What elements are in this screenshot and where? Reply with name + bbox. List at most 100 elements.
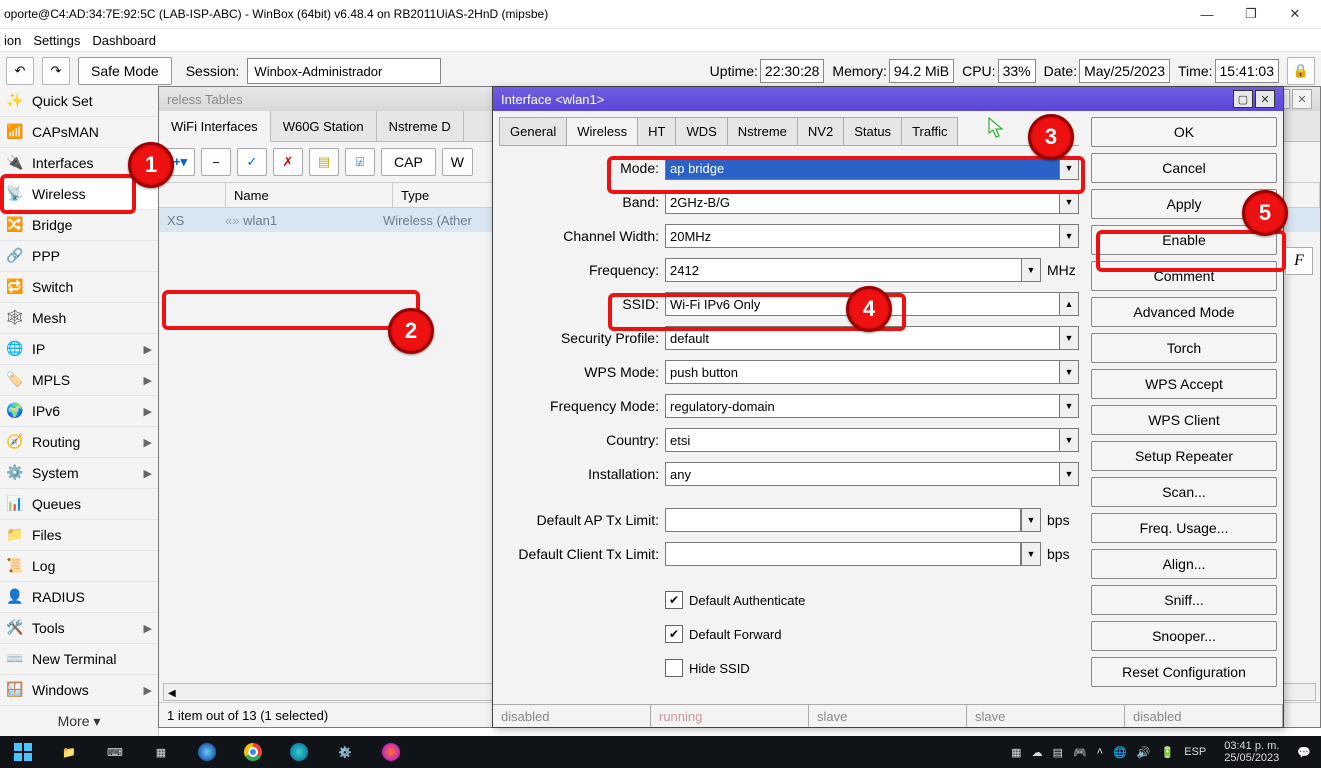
- sidebar-item-new-terminal[interactable]: ⌨️New Terminal: [0, 644, 158, 675]
- cap-button[interactable]: CAP: [381, 148, 436, 176]
- scan-button[interactable]: Scan...: [1091, 477, 1277, 507]
- hide-ssid-checkbox[interactable]: [665, 659, 683, 677]
- cancel-button[interactable]: Cancel: [1091, 153, 1277, 183]
- tray-icon[interactable]: ▤: [1053, 746, 1063, 759]
- sidebar-item-windows[interactable]: 🪟Windows▶: [0, 675, 158, 706]
- tab-wireless[interactable]: Wireless: [566, 117, 638, 145]
- ok-button[interactable]: OK: [1091, 117, 1277, 147]
- sidebar-item-mesh[interactable]: 🕸️Mesh: [0, 303, 158, 334]
- setup-repeater-button[interactable]: Setup Repeater: [1091, 441, 1277, 471]
- tab-traffic[interactable]: Traffic: [901, 117, 958, 145]
- advanced-mode-button[interactable]: Advanced Mode: [1091, 297, 1277, 327]
- sidebar-item-mpls[interactable]: 🏷️MPLS▶: [0, 365, 158, 396]
- task-chrome[interactable]: [230, 736, 276, 768]
- wps-client-button[interactable]: WPS Client: [1091, 405, 1277, 435]
- tab-w60g-station[interactable]: W60G Station: [271, 111, 377, 141]
- task-cmd[interactable]: ⌨: [92, 736, 138, 768]
- tray-chevron-up-icon[interactable]: ˄: [1097, 746, 1103, 758]
- sidebar-item-files[interactable]: 📁Files: [0, 520, 158, 551]
- task-winbox[interactable]: [184, 736, 230, 768]
- session-field[interactable]: Winbox-Administrador: [247, 58, 441, 84]
- col-name[interactable]: Name: [226, 183, 393, 207]
- tab-nv2[interactable]: NV2: [797, 117, 844, 145]
- start-button[interactable]: [0, 736, 46, 768]
- comment-button[interactable]: Comment: [1091, 261, 1277, 291]
- taskbar[interactable]: 📁 ⌨ ▦ ⚙️ ▦ ☁ ▤ 🎮 ˄ 🌐 🔊 🔋 ESP 03:41 p. m.…: [0, 736, 1321, 768]
- sidebar-item-radius[interactable]: 👤RADIUS: [0, 582, 158, 613]
- installation-field[interactable]: any: [665, 462, 1060, 486]
- tab-general[interactable]: General: [499, 117, 567, 145]
- system-tray[interactable]: ▦ ☁ ▤ 🎮 ˄ 🌐 🔊 🔋 ESP 03:41 p. m. 25/05/20…: [1011, 740, 1321, 764]
- default-client-tx-down[interactable]: ▼: [1021, 542, 1041, 566]
- tray-lang[interactable]: ESP: [1184, 746, 1206, 758]
- sidebar-item-tools[interactable]: 🛠️Tools▶: [0, 613, 158, 644]
- remove-button[interactable]: −: [201, 148, 231, 176]
- sidebar-item-capsman[interactable]: 📶CAPsMAN: [0, 117, 158, 148]
- menu-dashboard[interactable]: Dashboard: [92, 33, 156, 48]
- task-edge[interactable]: [276, 736, 322, 768]
- default-ap-tx-field[interactable]: [665, 508, 1021, 532]
- frequency-dropdown[interactable]: ▼: [1022, 258, 1041, 282]
- comment-button[interactable]: ▤: [309, 148, 339, 176]
- sidebar-more[interactable]: More ▾: [0, 706, 158, 736]
- country-field[interactable]: etsi: [665, 428, 1060, 452]
- align-button[interactable]: Align...: [1091, 549, 1277, 579]
- sidebar-item-wireless[interactable]: 📡Wireless: [0, 179, 158, 210]
- tray-clock[interactable]: 03:41 p. m. 25/05/2023: [1216, 740, 1287, 764]
- default-client-tx-field[interactable]: [665, 542, 1021, 566]
- close-icon[interactable]: ✕: [1292, 89, 1312, 109]
- minimize-button[interactable]: —: [1185, 0, 1229, 28]
- tray-network-icon[interactable]: 🌐: [1113, 746, 1127, 759]
- sidebar-item-routing[interactable]: 🧭Routing▶: [0, 427, 158, 458]
- default-ap-tx-down[interactable]: ▼: [1021, 508, 1041, 532]
- snooper-button[interactable]: Snooper...: [1091, 621, 1277, 651]
- filter-button[interactable]: ⍯: [345, 148, 375, 176]
- wps-button[interactable]: W: [442, 148, 473, 176]
- sidebar-item-queues[interactable]: 📊Queues: [0, 489, 158, 520]
- tray-notifications-icon[interactable]: 💬: [1297, 746, 1311, 759]
- sidebar-item-quick-set[interactable]: ✨Quick Set: [0, 86, 158, 117]
- disable-button[interactable]: ✗: [273, 148, 303, 176]
- maximize-button[interactable]: ❐: [1229, 0, 1273, 28]
- channel-width-field[interactable]: 20MHz: [665, 224, 1060, 248]
- tray-battery-icon[interactable]: 🔋: [1161, 746, 1175, 759]
- tab-ht[interactable]: HT: [637, 117, 676, 145]
- tab-wds[interactable]: WDS: [675, 117, 727, 145]
- tab-wifi-interfaces[interactable]: WiFi Interfaces: [159, 111, 271, 142]
- wps-mode-field[interactable]: push button: [665, 360, 1060, 384]
- sidebar-item-log[interactable]: 📜Log: [0, 551, 158, 582]
- reset-configuration-button[interactable]: Reset Configuration: [1091, 657, 1277, 687]
- mode-field[interactable]: ap bridge: [665, 156, 1060, 180]
- security-profile-dropdown[interactable]: ▼: [1060, 326, 1079, 350]
- wps-mode-dropdown[interactable]: ▼: [1060, 360, 1079, 384]
- tray-icon[interactable]: ▦: [1011, 746, 1021, 759]
- tray-icon[interactable]: ☁: [1032, 746, 1043, 759]
- enable-button[interactable]: ✓: [237, 148, 267, 176]
- task-firefox[interactable]: [368, 736, 414, 768]
- menu-settings[interactable]: Settings: [33, 33, 80, 48]
- tab-nstreme-dual[interactable]: Nstreme D: [377, 111, 464, 141]
- close-button[interactable]: ✕: [1273, 0, 1317, 28]
- task-settings[interactable]: ⚙️: [322, 736, 368, 768]
- safe-mode-button[interactable]: Safe Mode: [78, 57, 172, 85]
- mode-dropdown[interactable]: ▼: [1060, 156, 1079, 180]
- task-explorer[interactable]: 📁: [46, 736, 92, 768]
- sniff-button[interactable]: Sniff...: [1091, 585, 1277, 615]
- sidebar-item-system[interactable]: ⚙️System▶: [0, 458, 158, 489]
- installation-dropdown[interactable]: ▼: [1060, 462, 1079, 486]
- tray-volume-icon[interactable]: 🔊: [1137, 746, 1151, 759]
- redo-button[interactable]: ↷: [42, 57, 70, 85]
- task-gray[interactable]: ▦: [138, 736, 184, 768]
- tray-icon[interactable]: 🎮: [1073, 746, 1087, 759]
- interface-titlebar[interactable]: Interface <wlan1> ▢ ✕: [493, 87, 1283, 111]
- band-field[interactable]: 2GHz-B/G: [665, 190, 1060, 214]
- menu-ion[interactable]: ion: [4, 33, 21, 48]
- frequency-mode-dropdown[interactable]: ▼: [1060, 394, 1079, 418]
- band-dropdown[interactable]: ▼: [1060, 190, 1079, 214]
- sidebar-item-switch[interactable]: 🔁Switch: [0, 272, 158, 303]
- freq-usage-button[interactable]: Freq. Usage...: [1091, 513, 1277, 543]
- sidebar-item-ipv6[interactable]: 🌍IPv6▶: [0, 396, 158, 427]
- tab-status[interactable]: Status: [843, 117, 902, 145]
- find-button[interactable]: F: [1285, 247, 1313, 275]
- undo-button[interactable]: ↶: [6, 57, 34, 85]
